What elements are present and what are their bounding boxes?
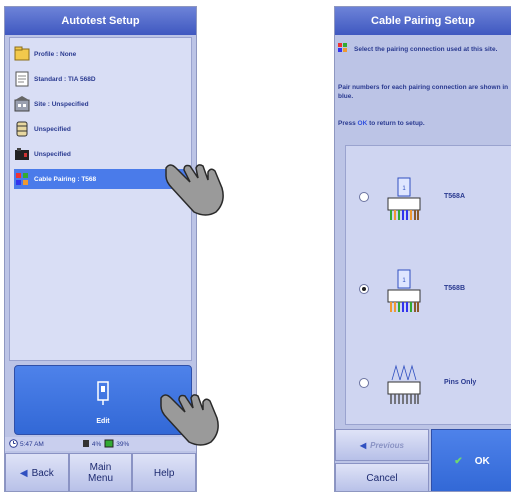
main-menu-button[interactable]: Main Menu	[68, 453, 133, 491]
cancel-button[interactable]: Cancel	[335, 463, 429, 491]
scheme-label-pins-only: Pins Only	[444, 379, 477, 386]
list-item-label: Unspecified	[34, 125, 71, 133]
list-item-label: Profile : None	[34, 50, 77, 58]
pair-note-text: Pair numbers for each pairing connection…	[338, 84, 509, 100]
time-readout: 5:47 AM	[20, 440, 44, 448]
list-item-profile[interactable]: Profile : None	[14, 44, 190, 64]
list-item-label: Unspecified	[34, 150, 71, 158]
press-suffix: to return to setup.	[369, 120, 425, 127]
press-ok-word: OK	[357, 120, 368, 127]
list-item-standard[interactable]: Standard : TIA 568D	[14, 69, 190, 89]
cable-pairing-title: Cable Pairing Setup	[335, 7, 511, 35]
help-button[interactable]: Help	[132, 453, 196, 491]
cable-pairing-setup-screen: Cable Pairing Setup Select the pairing c…	[334, 6, 511, 492]
intro-label: Select the pairing connection used at th…	[354, 46, 498, 54]
radio-pins-only[interactable]	[359, 378, 369, 388]
pairing-icon	[14, 171, 30, 187]
cancel-label: Cancel	[366, 472, 398, 484]
back-arrow-icon: ◀	[19, 467, 28, 479]
previous-arrow-icon: ◀	[360, 440, 367, 450]
checkmark-icon: ✔	[454, 455, 463, 467]
intro-text: Select the pairing connection used at th…	[338, 43, 510, 56]
edit-icon	[96, 380, 110, 411]
connector-t568a-icon: 1	[387, 177, 421, 220]
building-icon	[14, 96, 30, 112]
battery-2-level: 39%	[116, 440, 130, 448]
pointing-hand-icon	[165, 164, 224, 216]
document-icon	[14, 71, 30, 87]
tester-icon	[14, 146, 30, 162]
previous-button[interactable]: ◀ Previous	[335, 429, 429, 461]
scheme-label-t568b: T568B	[444, 285, 466, 292]
radio-t568b[interactable]	[359, 284, 369, 294]
connector-pins-only-icon	[387, 364, 421, 404]
press-prefix: Press	[338, 120, 356, 127]
radio-t568a[interactable]	[359, 192, 369, 202]
battery-2-icon	[104, 439, 114, 450]
cable-reel-icon	[14, 121, 30, 137]
list-item-label: Standard : TIA 568D	[34, 75, 96, 83]
connector-t568b-icon: 1	[387, 269, 421, 312]
left-soft-buttons: ◀ Back Main Menu Help	[5, 453, 196, 491]
pairing-scheme-list: 1 T568A 1 T568B Pins Only	[345, 145, 511, 425]
clock-icon	[9, 438, 18, 450]
main-menu-label: Main Menu	[87, 462, 113, 484]
help-label: Help	[153, 467, 175, 479]
pointing-hand-icon-2	[160, 394, 219, 446]
back-label: Back	[31, 467, 54, 479]
back-button[interactable]: ◀ Back	[5, 453, 69, 491]
ok-button[interactable]: ✔ OK	[431, 429, 511, 491]
battery-1-level: 4%	[91, 440, 102, 448]
list-item-cable[interactable]: Unspecified	[14, 119, 190, 139]
pairing-icon	[338, 43, 348, 56]
battery-icon	[82, 439, 90, 450]
press-ok-text: Press OK to return to setup.	[338, 119, 510, 128]
ok-label: OK	[474, 455, 490, 467]
scheme-label-t568a: T568A	[444, 193, 466, 200]
autotest-setup-title: Autotest Setup	[5, 7, 196, 35]
list-item-label: Site : Unspecified	[34, 100, 89, 108]
profile-icon	[14, 46, 30, 62]
list-item-label: Cable Pairing : T568	[34, 175, 97, 183]
previous-label: Previous	[370, 440, 404, 450]
list-item-site[interactable]: Site : Unspecified	[14, 94, 190, 114]
